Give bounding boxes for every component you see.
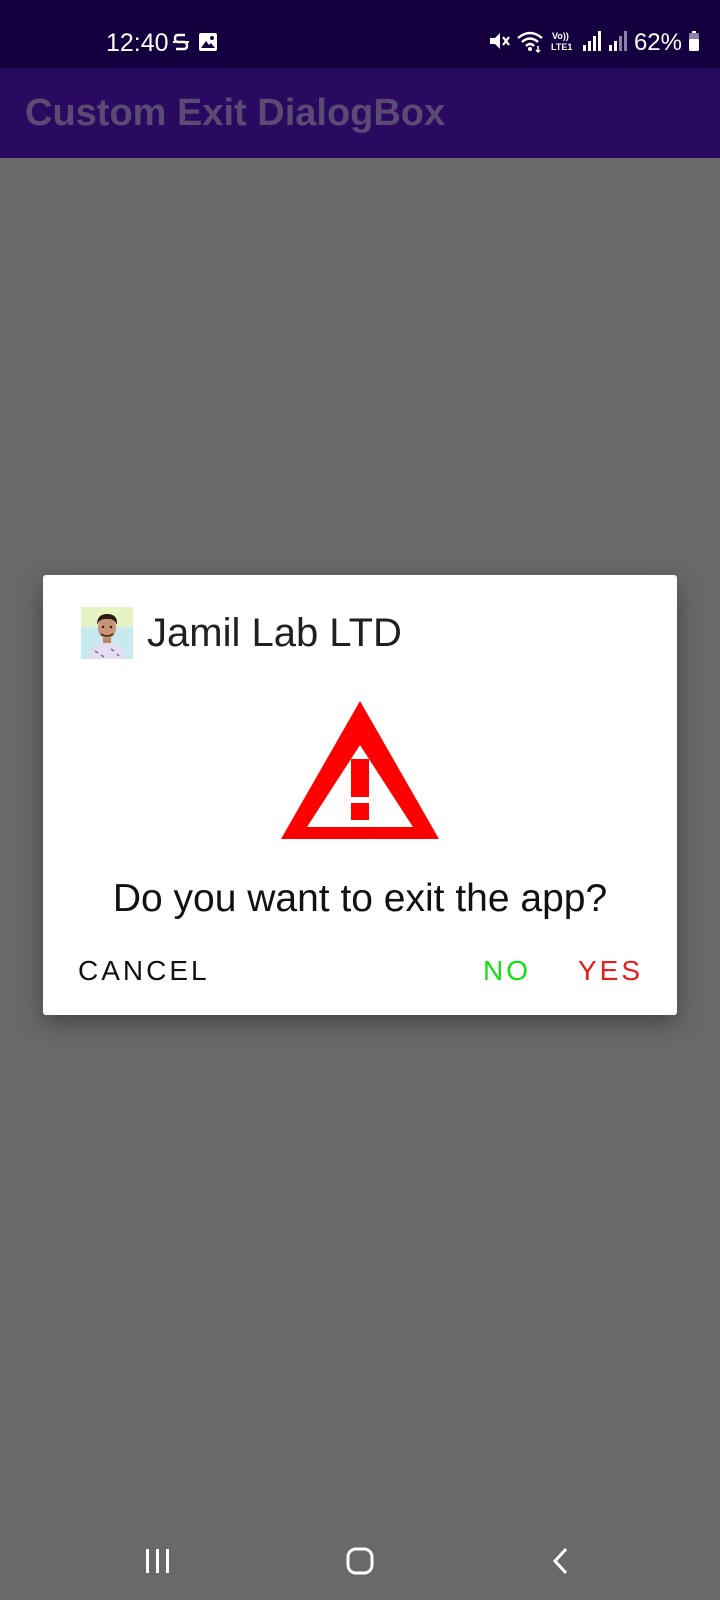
recents-button[interactable] [128,1536,188,1586]
battery-percentage: 62% [633,29,682,56]
gallery-notification-icon [198,32,218,57]
svg-text:Vo)): Vo)) [552,31,569,41]
status-time: 12:40 [106,29,169,57]
yes-button[interactable]: YES [578,953,643,989]
avatar [81,607,133,659]
status-bar: 12:40 Vo)) LTE1 62% [0,0,720,68]
volte-icon: Vo)) LTE1 [550,29,576,58]
dialog-header: Jamil Lab LTD [81,607,402,659]
battery-icon [688,30,700,57]
dialog-message: Do you want to exit the app? [112,877,608,920]
cancel-button[interactable]: CANCEL [78,953,210,989]
home-button[interactable] [330,1536,390,1586]
home-icon [346,1547,374,1575]
dialog-title: Jamil Lab LTD [147,611,402,655]
warning-triangle-icon [281,701,439,839]
back-button[interactable] [531,1536,591,1586]
mute-icon [488,30,510,57]
status-left-icons [172,30,218,59]
svg-text:LTE1: LTE1 [551,42,572,52]
app-title: Custom Exit DialogBox [25,92,446,134]
signal-sim1-icon [582,30,602,57]
app-bar: Custom Exit DialogBox [0,68,720,158]
back-icon [552,1547,568,1575]
exit-dialog: Jamil Lab LTD Do you want to exit the ap… [43,575,677,1015]
data-saver-icon [172,30,190,59]
status-right-icons: Vo)) LTE1 62% [488,28,700,58]
signal-sim2-icon [608,30,628,57]
wifi-icon [516,29,544,58]
navigation-bar [0,1524,720,1600]
recents-icon [146,1549,169,1573]
no-button[interactable]: NO [483,953,531,989]
